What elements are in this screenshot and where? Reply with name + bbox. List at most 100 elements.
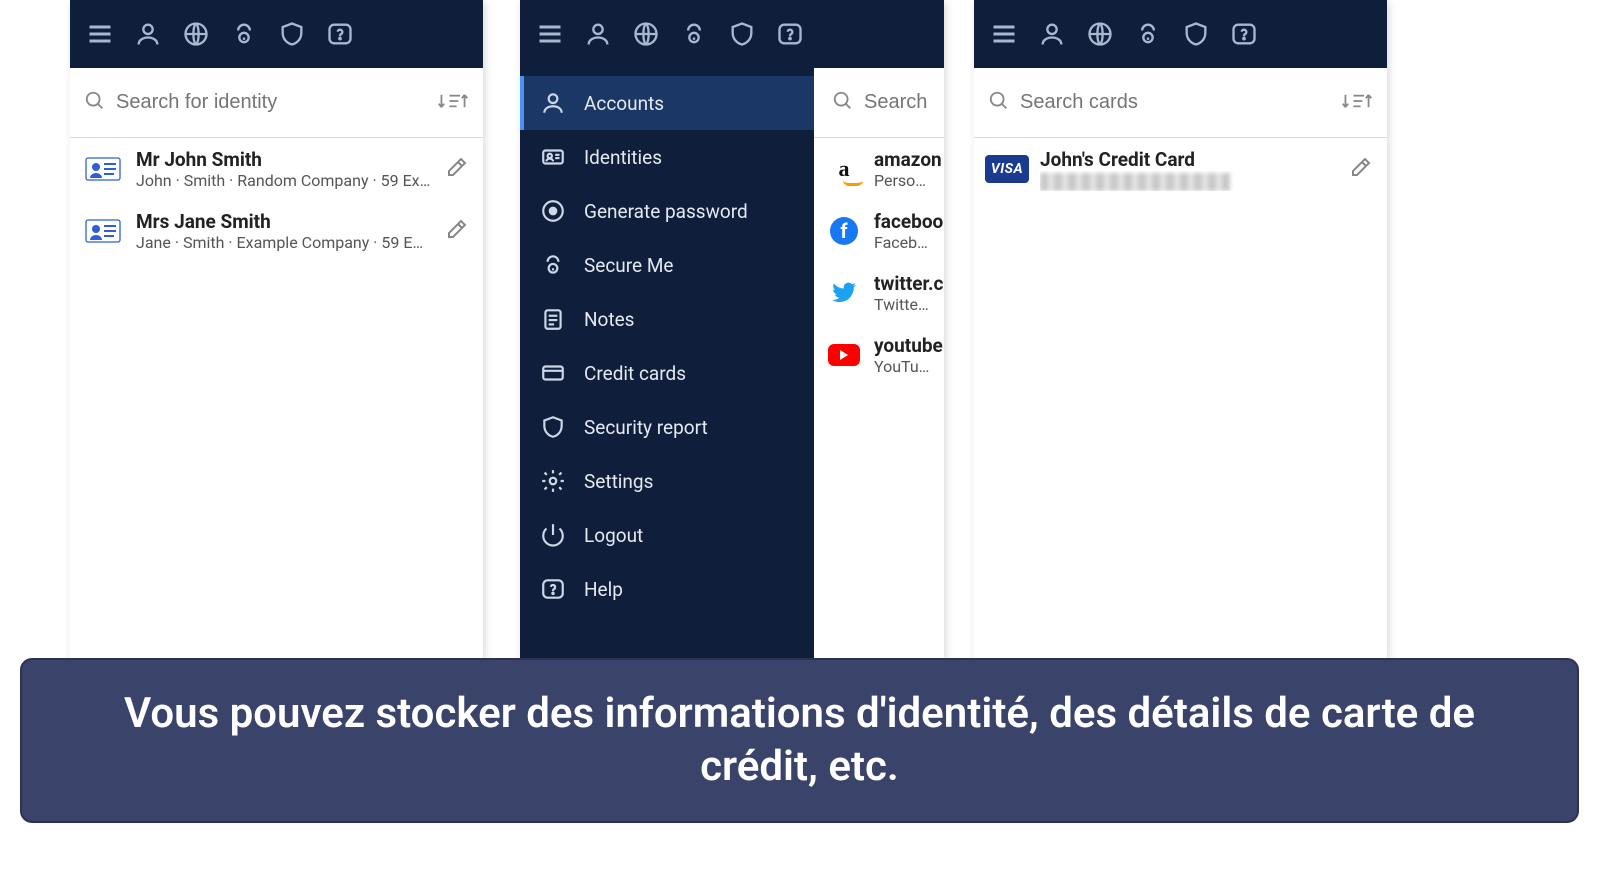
identities-panel: Mr John Smith John · Smith · Random Comp… [70,0,483,659]
account-subtitle: Facebook [874,233,930,252]
nav-label: Help [584,578,623,601]
edit-icon[interactable] [1349,155,1373,183]
credit-card-icon [540,360,566,386]
nav-secure-me[interactable]: Secure Me [520,238,814,292]
youtube-icon [828,339,860,371]
account-item[interactable]: a amazon Personal [814,138,944,200]
nav-accounts[interactable]: Accounts [520,76,814,130]
nav-credit-cards[interactable]: Credit cards [520,346,814,400]
notes-icon [540,306,566,332]
nav-logout[interactable]: Logout [520,508,814,562]
help-icon [540,576,566,602]
shield-icon[interactable] [1182,20,1210,48]
nav-label: Secure Me [584,254,674,277]
nav-notes[interactable]: Notes [520,292,814,346]
account-text: twitter.c Twitter A [874,272,930,314]
identity-card-icon [84,212,122,250]
card-number-masked [1040,171,1335,191]
titlebar [70,0,483,68]
menu-icon[interactable] [990,20,1018,48]
shield-icon[interactable] [728,20,756,48]
help-icon[interactable] [1230,20,1258,48]
twitter-icon [828,277,860,309]
secure-icon[interactable] [680,20,708,48]
identity-item-text: Mr John Smith John · Smith · Random Comp… [136,148,431,190]
side-nav: Accounts Identities Generate password Se… [520,68,814,659]
account-item[interactable]: youtube YouTube [814,324,944,386]
identity-item[interactable]: Mr John Smith John · Smith · Random Comp… [70,138,483,200]
nav-label: Security report [584,416,708,439]
nav-help[interactable]: Help [520,562,814,616]
nav-label: Identities [584,146,662,169]
search-bar [974,68,1387,138]
search-input[interactable] [864,91,944,114]
titlebar [974,0,1387,68]
identity-item[interactable]: Mrs Jane Smith Jane · Smith · Example Co… [70,200,483,262]
nav-label: Notes [584,308,635,331]
nav-identities[interactable]: Identities [520,130,814,184]
nav-label: Credit cards [584,362,686,385]
generate-icon [540,198,566,224]
nav-label: Generate password [584,200,748,223]
menu-icon[interactable] [86,20,114,48]
help-icon[interactable] [326,20,354,48]
search-input[interactable] [1020,91,1331,114]
search-icon [988,90,1010,116]
account-text: youtube YouTube [874,334,930,376]
identity-item-text: Mrs Jane Smith Jane · Smith · Example Co… [136,210,431,252]
nav-label: Logout [584,524,643,547]
gear-icon [540,468,566,494]
account-item[interactable]: f facebook Facebook [814,200,944,262]
identity-card-icon [540,144,566,170]
identity-title: Mr John Smith [136,148,431,171]
secure-icon[interactable] [230,20,258,48]
menu-icon[interactable] [536,20,564,48]
account-title: amazon [874,148,930,171]
help-icon[interactable] [776,20,804,48]
accounts-icon [540,90,566,116]
shield-icon [540,414,566,440]
search-icon [832,90,854,116]
nav-generate-password[interactable]: Generate password [520,184,814,238]
shield-icon[interactable] [278,20,306,48]
accounts-icon[interactable] [134,20,162,48]
sort-icon[interactable] [437,90,469,116]
titlebar [520,0,944,68]
search-input[interactable] [116,91,427,114]
globe-icon[interactable] [632,20,660,48]
edit-icon[interactable] [445,155,469,183]
account-title: youtube [874,334,930,357]
nav-label: Accounts [584,92,664,115]
accounts-icon[interactable] [584,20,612,48]
visa-icon: VISA [988,150,1026,188]
amazon-icon: a [828,153,860,185]
search-bar [814,68,944,138]
secure-icon [540,252,566,278]
account-subtitle: Twitter A [874,295,930,314]
identity-subtitle: Jane · Smith · Example Company · 59 Ex… [136,233,431,252]
search-bar [70,68,483,138]
edit-icon[interactable] [445,217,469,245]
power-icon [540,522,566,548]
accounts-panel: Accounts Identities Generate password Se… [520,0,944,659]
account-item[interactable]: twitter.c Twitter A [814,262,944,324]
nav-security-report[interactable]: Security report [520,400,814,454]
card-title: John's Credit Card [1040,148,1335,171]
card-item[interactable]: VISA John's Credit Card [974,138,1387,201]
facebook-icon: f [828,215,860,247]
identity-subtitle: John · Smith · Random Company · 59 Ex… [136,171,431,190]
account-subtitle: YouTube [874,357,930,376]
identity-title: Mrs Jane Smith [136,210,431,233]
cards-panel: VISA John's Credit Card [974,0,1387,659]
globe-icon[interactable] [182,20,210,48]
secure-icon[interactable] [1134,20,1162,48]
search-icon [84,90,106,116]
nav-label: Settings [584,470,653,493]
globe-icon[interactable] [1086,20,1114,48]
account-text: amazon Personal [874,148,930,190]
sort-icon[interactable] [1341,90,1373,116]
caption-banner: Vous pouvez stocker des informations d'i… [20,658,1579,823]
nav-settings[interactable]: Settings [520,454,814,508]
account-text: facebook Facebook [874,210,930,252]
accounts-icon[interactable] [1038,20,1066,48]
